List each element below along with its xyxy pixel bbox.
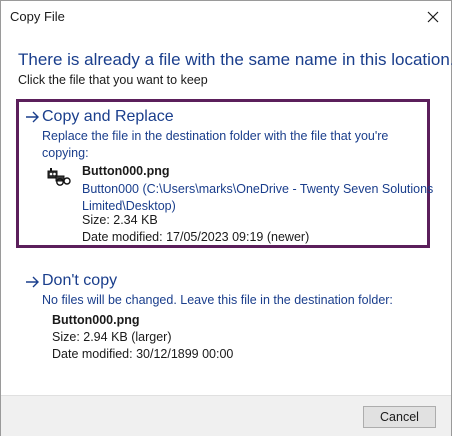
close-button[interactable] bbox=[419, 3, 447, 31]
arrow-right-icon bbox=[26, 276, 39, 288]
dont-copy-file-size: Size: 2.94 KB (larger) bbox=[52, 330, 172, 344]
window-title: Copy File bbox=[10, 9, 65, 24]
replace-file-size: Size: 2.34 KB bbox=[82, 213, 158, 227]
dont-copy-file-date-modified: Date modified: 30/12/1899 00:00 bbox=[52, 347, 234, 361]
cancel-button[interactable]: Cancel bbox=[363, 406, 436, 428]
dont-copy-title: Don't copy bbox=[42, 272, 118, 289]
copy-and-replace-description: Replace the file in the destination fold… bbox=[42, 128, 422, 162]
title-bar: Copy File bbox=[1, 1, 451, 33]
replace-file-name: Button000.png bbox=[82, 164, 170, 178]
copy-file-dialog: Copy File There is already a file with t… bbox=[0, 0, 452, 436]
replace-file-date-modified: Date modified: 17/05/2023 09:19 (newer) bbox=[82, 230, 310, 244]
arrow-right-icon bbox=[26, 111, 39, 123]
dialog-heading: There is already a file with the same na… bbox=[18, 50, 452, 69]
robot-file-icon bbox=[47, 168, 71, 186]
dont-copy-option[interactable]: Don't copy No files will be changed. Lea… bbox=[16, 268, 430, 368]
copy-and-replace-description-line1: Replace the file in the destination fold… bbox=[42, 129, 389, 143]
dialog-instruction: Click the file that you want to keep bbox=[18, 73, 208, 87]
dont-copy-description: No files will be changed. Leave this fil… bbox=[42, 293, 393, 307]
replace-file-path: Button000 (C:\Users\marks\OneDrive - Twe… bbox=[82, 181, 434, 215]
replace-file-path-line1: Button000 (C:\Users\marks\OneDrive - Twe… bbox=[82, 182, 434, 196]
copy-and-replace-option[interactable]: Copy and Replace Replace the file in the… bbox=[16, 99, 434, 248]
close-icon bbox=[427, 11, 439, 23]
copy-and-replace-title: Copy and Replace bbox=[42, 108, 174, 125]
dialog-footer: Cancel bbox=[1, 395, 451, 436]
dont-copy-file-name: Button000.png bbox=[52, 313, 140, 327]
copy-and-replace-description-line2: copying: bbox=[42, 146, 89, 160]
